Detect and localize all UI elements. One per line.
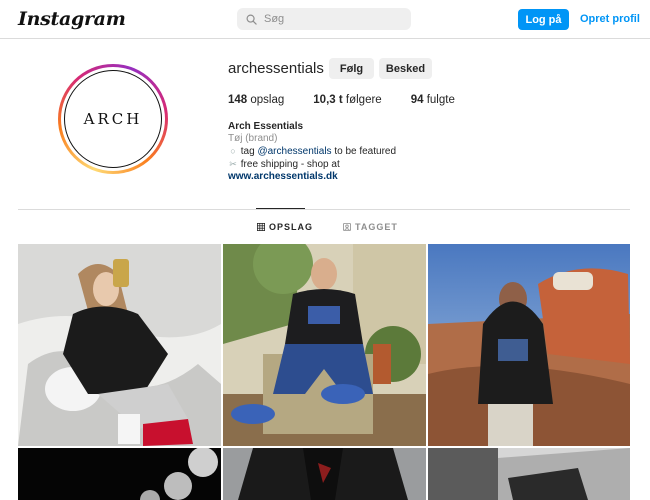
tagged-icon [343,223,351,231]
photo-hoodie-chair-patio [223,244,426,446]
grid-icon [257,223,265,231]
stat-following-label: fulgte [426,94,455,106]
bio-shipping-text: free shipping - shop at [240,159,340,170]
photo-black-white-wall [428,448,630,500]
signup-link[interactable]: Opret profil [580,13,640,25]
photo-moons-black [18,448,221,500]
scissors-icon: ✂ [229,159,237,169]
stat-following[interactable]: 94 fulgte [411,94,455,106]
bio-tag-prefix: tag [240,146,258,157]
active-tab-indicator [256,208,305,209]
post-thumbnail[interactable] [428,244,630,446]
tab-posts-label: OPSLAG [269,222,314,232]
search-icon [246,14,257,25]
post-thumbnail[interactable] [18,244,221,446]
follow-button[interactable]: Følg [329,58,374,79]
bio-line-tag: ○ tag @archessentials to be featured [228,145,396,158]
post-thumbnail[interactable] [223,448,426,500]
stat-followers-count: 10,3 t [313,94,343,106]
white-circle-icon: ○ [230,146,236,156]
photo-hoodie-mirror-selfie [18,244,221,446]
bio-category: Tøj (brand) [228,133,278,144]
message-button[interactable]: Besked [379,58,432,79]
stat-followers[interactable]: 10,3 t følgere [313,94,381,106]
bio-website-link[interactable]: www.archessentials.dk [228,171,396,183]
post-thumbnail[interactable] [18,448,221,500]
tab-tagged[interactable]: TAGGET [343,222,398,232]
avatar-story-ring[interactable]: ARCH [58,64,168,174]
login-button[interactable]: Log på [518,9,569,30]
post-thumbnail[interactable] [223,244,426,446]
stat-following-count: 94 [410,94,424,106]
stat-posts: 148 opslag [228,94,284,106]
search-input[interactable] [264,13,404,25]
profile-username: archessentials [228,60,324,77]
stat-posts-label: opslag [250,94,285,106]
stat-posts-count: 148 [228,94,248,106]
tab-tagged-label: TAGGET [355,222,398,232]
tabs-divider [18,209,630,210]
post-thumbnail[interactable] [428,448,630,500]
photo-leather-jacket [223,448,426,500]
photo-hoodie-desert-sunset [428,244,630,446]
bio-full-name: Arch Essentials [228,121,304,132]
top-nav: Instagram Log på Opret profil [0,0,650,39]
bio-tag-suffix: to be featured [331,146,397,157]
stat-followers-label: følgere [345,94,382,106]
instagram-logo[interactable]: Instagram [18,8,126,30]
bio-line-shipping: ✂ free shipping - shop at [228,158,396,171]
tab-posts[interactable]: OPSLAG [257,222,313,232]
avatar: ARCH [64,70,162,168]
search-box[interactable] [237,8,411,30]
bio-mention-link[interactable]: @archessentials [257,146,331,157]
profile-stats: 148 opslag 10,3 t følgere 94 fulgte [228,94,484,106]
profile-bio: Arch Essentials Tøj (brand) ○ tag @arche… [228,121,396,183]
